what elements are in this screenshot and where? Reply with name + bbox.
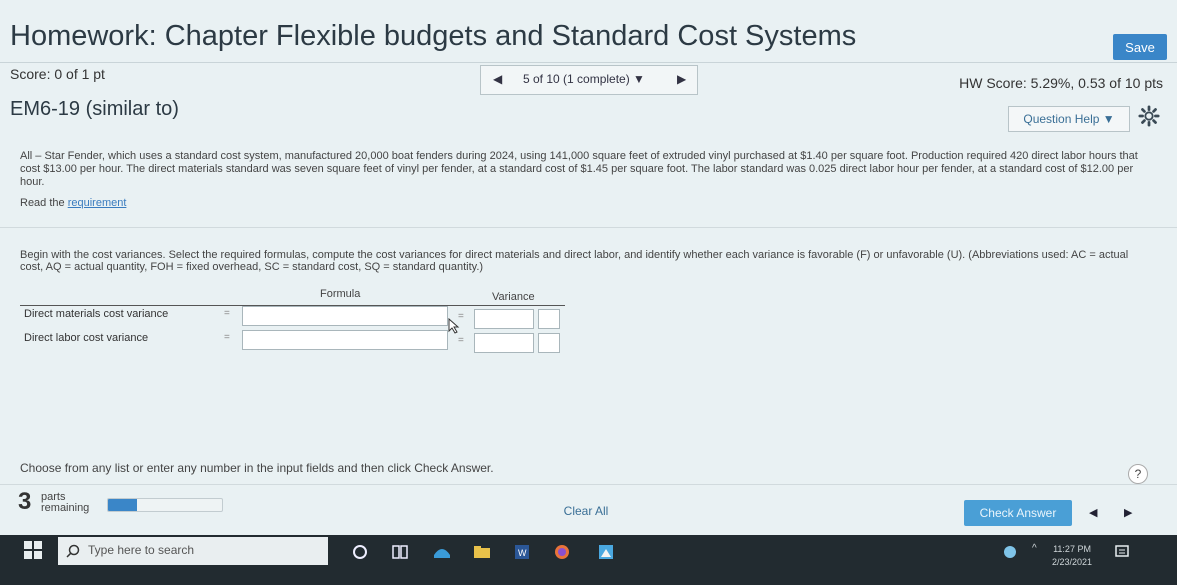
materials-formula-input[interactable] <box>242 306 448 326</box>
variance-header: Variance <box>492 291 535 303</box>
search-placeholder: Type here to search <box>88 543 195 557</box>
svg-text:W: W <box>518 548 527 558</box>
footer-instructions: Choose from any list or enter any number… <box>20 461 494 475</box>
problem-text: All – Star Fender, which uses a standard… <box>20 150 1138 188</box>
requirement-link[interactable]: requirement <box>68 197 127 209</box>
word-icon[interactable]: W <box>512 543 532 561</box>
variance-table: Formula Variance Direct materials cost v… <box>20 288 565 358</box>
question-help-button[interactable]: Question Help ▼ <box>1008 106 1130 132</box>
materials-variance-input[interactable] <box>474 309 534 329</box>
homework-page: Homework: Chapter Flexible budgets and S… <box>0 0 1177 535</box>
equals-sign: = <box>458 311 464 322</box>
windows-taskbar: Type here to search W ^ 11:27 PM 2/23/20… <box>0 535 1177 585</box>
homework-title: Homework: Chapter Flexible budgets and S… <box>10 20 857 52</box>
homework-score: HW Score: 5.29%, 0.53 of 10 pts <box>959 75 1163 91</box>
paint-icon[interactable] <box>596 543 616 561</box>
labor-variance-input[interactable] <box>474 333 534 353</box>
question-id: EM6-19 (similar to) <box>10 98 179 120</box>
next-question-icon[interactable]: ▶ <box>677 72 686 86</box>
formula-header: Formula <box>320 288 361 300</box>
firefox-icon[interactable] <box>552 543 572 561</box>
edge-browser-icon[interactable] <box>432 543 452 561</box>
question-navigator: ◀ 5 of 10 (1 complete) ▼ ▶ <box>480 65 698 95</box>
divider <box>0 227 1177 228</box>
labor-formula-input[interactable] <box>242 330 448 350</box>
question-position-dropdown[interactable]: 5 of 10 (1 complete) ▼ <box>523 72 645 86</box>
equals-sign: = <box>458 335 464 346</box>
labor-fu-select[interactable] <box>538 333 560 353</box>
check-answer-button[interactable]: Check Answer <box>964 500 1072 526</box>
previous-part-icon[interactable]: ◀ <box>1089 506 1097 519</box>
divider <box>0 484 1177 485</box>
clock-date: 2/23/2021 <box>1052 557 1093 567</box>
save-button[interactable]: Save <box>1113 34 1167 60</box>
instructions-text: Begin with the cost variances. Select th… <box>20 249 1129 273</box>
help-icon[interactable]: ? <box>1128 464 1148 484</box>
file-explorer-icon[interactable] <box>472 543 492 561</box>
row-label-direct-labor: Direct labor cost variance <box>24 332 149 344</box>
clock-time: 11:27 PM <box>1053 544 1091 554</box>
row-label-direct-materials: Direct materials cost variance <box>24 308 169 320</box>
title-bar: Homework: Chapter Flexible budgets and S… <box>0 8 1177 60</box>
read-requirement: Read the requirement <box>20 197 126 209</box>
next-part-icon[interactable]: ▶ <box>1124 506 1132 519</box>
parts-remaining-count: 3 <box>18 488 32 515</box>
parts-remaining-label: parts remaining <box>41 492 89 514</box>
question-score: Score: 0 of 1 pt <box>10 66 105 82</box>
equals-sign: = <box>224 332 230 343</box>
score-row: Score: 0 of 1 pt ◀ 5 of 10 (1 complete) … <box>0 62 1177 95</box>
materials-fu-select[interactable] <box>538 309 560 329</box>
system-clock[interactable]: 11:27 PM 2/23/2021 <box>1052 543 1092 569</box>
remaining-word: remaining <box>41 502 90 514</box>
question-header: EM6-19 (similar to) Question Help ▼ <box>0 94 1177 136</box>
tray-expand-icon[interactable]: ^ <box>1032 543 1052 561</box>
cortana-icon[interactable] <box>350 543 370 561</box>
notification-icon[interactable] <box>1112 543 1132 561</box>
taskbar-search[interactable]: Type here to search <box>58 537 328 565</box>
progress-fill <box>108 499 137 511</box>
search-icon <box>66 544 80 558</box>
windows-start-icon[interactable] <box>24 541 42 559</box>
equals-sign: = <box>224 308 230 319</box>
parts-progress-bar <box>107 498 223 512</box>
task-view-icon[interactable] <box>390 543 410 561</box>
tray-app-icon[interactable] <box>1000 543 1020 561</box>
previous-question-icon[interactable]: ◀ <box>493 72 502 86</box>
clear-all-button[interactable]: Clear All <box>548 500 624 522</box>
read-prefix: Read the <box>20 197 68 209</box>
gear-icon[interactable] <box>1138 105 1160 127</box>
